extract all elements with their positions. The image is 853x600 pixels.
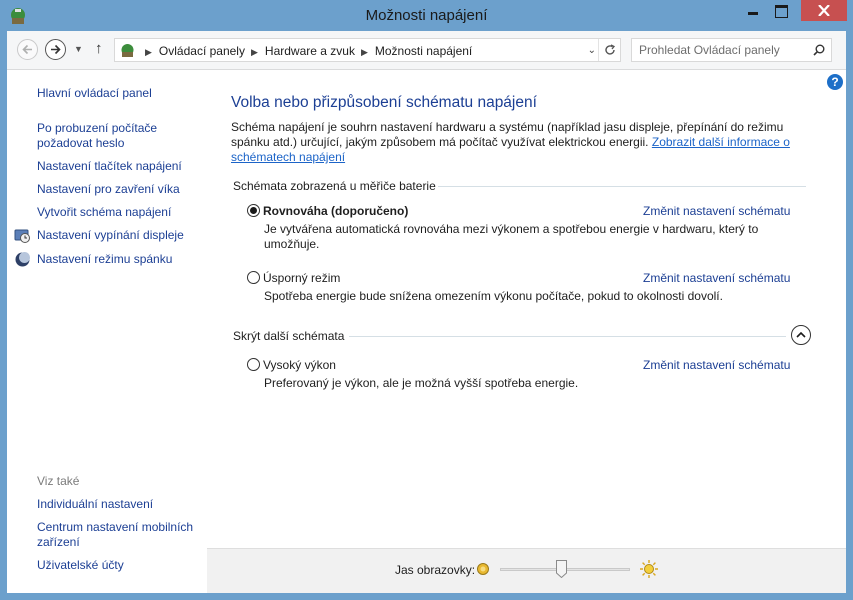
brightness-slider[interactable]: [500, 560, 630, 580]
forward-button[interactable]: [45, 39, 66, 60]
brightness-label: Jas obrazovky:: [395, 563, 476, 577]
arrow-left-icon: [22, 44, 32, 55]
plan-high-performance-change-link[interactable]: Změnit nastavení schématu: [643, 358, 790, 372]
back-button[interactable]: [17, 39, 38, 60]
sidebar-link-label: Po probuzení počítače: [37, 121, 158, 135]
brightness-high-icon: [640, 560, 658, 578]
plan-high-performance-description: Preferovaný je výkon, ale je možná vyšší…: [264, 376, 579, 390]
sidebar-link-personalization[interactable]: Individuální nastavení: [37, 497, 153, 512]
sidebar-link-label: požadovat heslo: [37, 136, 125, 150]
sidebar-link-user-accounts[interactable]: Uživatelské účty: [37, 558, 124, 573]
plan-saver-name[interactable]: Úsporný režim: [263, 271, 340, 285]
control-panel-icon: [121, 44, 134, 57]
refresh-icon: [605, 44, 616, 55]
arrow-right-icon: [51, 44, 61, 55]
intro-text: Schéma napájení je souhrn nastavení hard…: [231, 120, 816, 165]
breadcrumb-power-options[interactable]: Možnosti napájení: [375, 44, 472, 58]
collapse-plans-button[interactable]: [791, 325, 811, 345]
search-box[interactable]: [631, 38, 832, 62]
plan-high-performance-name[interactable]: Vysoký výkon: [263, 358, 336, 372]
plan-saver-description: Spotřeba energie bude snížena omezením v…: [264, 289, 723, 303]
sidebar-link-lid-close[interactable]: Nastavení pro zavření víka: [37, 182, 180, 197]
power-options-window: Možnosti napájení ▼ ↑ ▶ Ovládací panely …: [0, 0, 853, 600]
navigation-bar: ▼ ↑ ▶ Ovládací panely ▶ Hardware a zvuk ▶ Mož…: [7, 31, 846, 70]
recent-locations-chevron-icon[interactable]: ▼: [74, 44, 83, 54]
breadcrumb: ▶ Ovládací panely ▶ Hardware a zvuk ▶ Možnost…: [139, 44, 472, 58]
window-title: Možnosti napájení: [365, 7, 488, 24]
plan-balanced-description: Je vytvářena automatická rovnováha mezi …: [264, 222, 759, 251]
hide-plans-heading[interactable]: Skrýt další schémata: [233, 329, 344, 343]
content-area: ? Hlavní ovládací panel Po probuzení poč…: [7, 70, 846, 593]
sidebar-link-create-plan[interactable]: Vytvořit schéma napájení: [37, 205, 171, 220]
sidebar-link-mobility-center[interactable]: Centrum nastavení mobilních zařízení: [37, 520, 193, 550]
search-input[interactable]: [639, 43, 809, 57]
page-title: Volba nebo přizpůsobení schématu napájen…: [231, 94, 537, 111]
up-arrow-icon[interactable]: ↑: [95, 40, 103, 57]
sidebar: Hlavní ovládací panel Po probuzení počít…: [7, 70, 207, 593]
breadcrumb-separator-icon[interactable]: ▶: [361, 47, 368, 57]
sidebar-link-label: Centrum nastavení mobilních: [37, 520, 194, 534]
chevron-up-icon: [796, 331, 806, 338]
see-also-heading: Viz také: [37, 474, 80, 488]
plan-saver-change-link[interactable]: Změnit nastavení schématu: [643, 271, 790, 285]
sidebar-link-sleep[interactable]: Nastavení režimu spánku: [37, 252, 172, 267]
monitor-clock-icon: [14, 229, 30, 243]
sidebar-link-label: zařízení: [37, 535, 80, 549]
plan-high-performance-radio[interactable]: [247, 358, 260, 371]
heading-divider: [438, 186, 806, 187]
sidebar-link-control-panel-home[interactable]: Hlavní ovládací panel: [37, 86, 152, 101]
moon-sleep-icon: [15, 252, 30, 267]
address-bar[interactable]: ▶ Ovládací panely ▶ Hardware a zvuk ▶ Možnost…: [114, 38, 621, 62]
brightness-bar: Jas obrazovky:: [207, 548, 846, 593]
sidebar-link-power-buttons[interactable]: Nastavení tlačítek napájení: [37, 159, 182, 174]
battery-meter-plans-heading: Schémata zobrazená u měřiče baterie: [233, 179, 436, 193]
plan-balanced-change-link[interactable]: Změnit nastavení schématu: [643, 204, 790, 218]
close-icon: [818, 5, 830, 16]
plan-balanced-radio[interactable]: [247, 204, 260, 217]
slider-thumb[interactable]: [556, 560, 568, 578]
plan-balanced-name[interactable]: Rovnováha (doporučeno): [263, 204, 408, 218]
sidebar-link-require-password[interactable]: Po probuzení počítače požadovat heslo: [37, 121, 157, 151]
breadcrumb-separator-icon[interactable]: ▶: [251, 47, 258, 57]
brightness-low-icon: [477, 563, 489, 575]
minimize-button[interactable]: [739, 0, 767, 21]
close-button[interactable]: [801, 0, 847, 21]
search-icon[interactable]: [813, 44, 825, 56]
maximize-button[interactable]: [767, 0, 795, 21]
refresh-button[interactable]: [598, 39, 620, 61]
plan-saver-radio[interactable]: [247, 271, 260, 284]
breadcrumb-separator-icon: ▶: [145, 47, 152, 57]
heading-divider: [349, 336, 786, 337]
help-icon[interactable]: ?: [827, 74, 843, 90]
breadcrumb-control-panel[interactable]: Ovládací panely: [159, 44, 245, 58]
address-dropdown-chevron-icon[interactable]: ⌄: [588, 45, 596, 56]
sidebar-link-display-off[interactable]: Nastavení vypínání displeje: [37, 228, 184, 243]
title-bar: Možnosti napájení: [0, 0, 853, 31]
breadcrumb-hardware-sound[interactable]: Hardware a zvuk: [265, 44, 355, 58]
